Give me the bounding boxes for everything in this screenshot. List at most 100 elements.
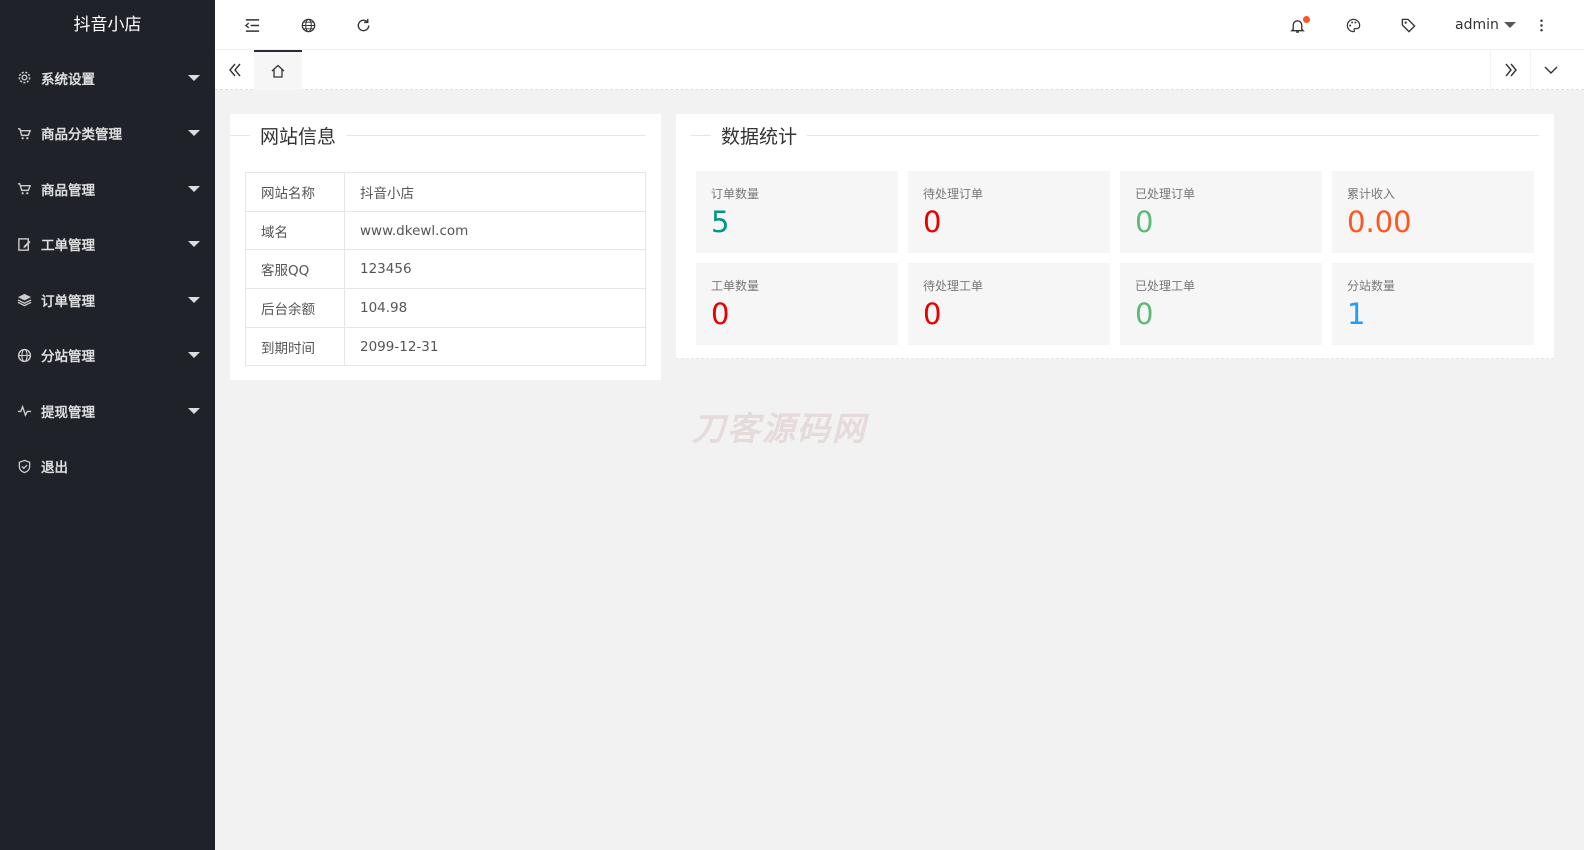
row-key: 到期时间 [245,326,345,367]
row-value: 123456 [344,249,646,290]
stat-label: 工单数量 [711,279,760,293]
chevron-down-icon [188,241,200,248]
table-row: 客服QQ 123456 [245,249,646,290]
stat-value: 0 [1135,297,1154,331]
tab-scroll-left-button[interactable] [215,50,255,90]
stats-header: 数据统计 [676,114,1554,156]
tab-options-button[interactable] [1530,50,1570,90]
stat-ticket-count: 工单数量 0 [696,263,898,345]
stat-label: 分站数量 [1347,279,1396,293]
sidebar-item-substations[interactable]: 分站管理 [0,328,215,384]
sidebar-item-tickets[interactable]: 工单管理 [0,217,215,273]
layers-icon [16,292,32,308]
row-value: 104.98 [344,288,646,328]
globe-icon [16,347,32,363]
app-logo-title[interactable]: 抖音小店 [0,0,215,50]
chevron-down-icon [188,74,200,81]
sidebar-item-products[interactable]: 商品管理 [0,161,215,217]
row-key: 网站名称 [245,172,345,212]
chevron-down-icon [1543,62,1559,78]
sidebar-item-label: 提现管理 [41,404,95,421]
sidebar-item-category[interactable]: 商品分类管理 [0,106,215,162]
divider [230,134,250,136]
top-header: admin [215,0,1584,50]
more-button[interactable] [1521,0,1561,50]
user-menu[interactable]: admin [1455,0,1516,50]
tab-scroll-right-button[interactable] [1490,50,1530,90]
notification-button[interactable] [1277,0,1317,50]
menu-fold-icon [244,17,261,34]
sidebar-item-system-settings[interactable]: 系统设置 [0,50,215,106]
sidebar-item-label: 退出 [41,460,68,477]
stat-pending-tickets: 待处理工单 0 [908,263,1110,345]
stat-label: 累计收入 [1347,187,1396,201]
cart-icon [16,125,32,141]
chevron-down-icon [188,185,200,192]
row-value: 2099-12-31 [344,326,646,367]
table-row: 到期时间 2099-12-31 [245,326,646,367]
sidebar-item-label: 商品管理 [41,182,95,199]
stat-value: 0 [923,205,942,239]
tab-home[interactable] [254,50,302,90]
stat-pending-orders: 待处理订单 0 [908,171,1110,253]
stat-total-income: 累计收入 0.00 [1332,171,1534,253]
stat-label: 待处理订单 [923,187,984,201]
divider [346,134,646,136]
row-key: 后台余额 [245,288,345,328]
row-key: 客服QQ [245,249,345,290]
notification-badge [1303,16,1310,23]
stat-label: 订单数量 [711,187,760,201]
watermark: 刀客源码网 [692,409,867,448]
sidebar-item-logout[interactable]: 退出 [0,439,215,495]
table-row: 后台余额 104.98 [245,288,646,328]
row-value: www.dkewl.com [344,210,646,251]
website-button[interactable] [288,0,328,50]
more-vertical-icon [1533,17,1550,34]
stat-value: 0 [923,297,942,331]
caret-down-icon [1503,22,1516,28]
divider [807,134,1539,136]
chevron-down-icon [188,407,200,414]
pulse-icon [16,403,32,419]
tag-icon [1400,17,1417,34]
chevron-down-icon [188,296,200,303]
stat-processed-orders: 已处理订单 0 [1120,171,1322,253]
globe-icon [300,17,317,34]
cart-icon [16,181,32,197]
sidebar-item-label: 商品分类管理 [41,127,122,144]
stat-substation-count: 分站数量 1 [1332,263,1534,345]
site-info-card: 网站信息 网站名称 抖音小店 域名 www.dkewl.com 客服QQ 123… [230,114,661,380]
stat-value: 0.00 [1347,205,1412,239]
row-key: 域名 [245,210,345,251]
tag-button[interactable] [1388,0,1428,50]
stat-value: 0 [711,297,730,331]
stat-order-count: 订单数量 5 [696,171,898,253]
sidebar-item-orders[interactable]: 订单管理 [0,272,215,328]
sidebar: 抖音小店 系统设置 商品分类管理 商品管理 工单管理 订单管理 分站管理 提现管… [0,0,215,850]
shield-check-icon [16,458,32,474]
sidebar-item-withdraw[interactable]: 提现管理 [0,383,215,439]
home-icon [270,63,286,79]
table-row: 域名 www.dkewl.com [245,210,646,251]
divider [691,134,711,136]
menu-toggle-button[interactable] [232,0,272,50]
double-left-icon [227,62,243,78]
row-value: 抖音小店 [344,172,646,212]
site-info-header: 网站信息 [230,114,661,156]
chevron-down-icon [188,130,200,137]
table-row: 网站名称 抖音小店 [245,172,646,212]
stat-label: 待处理工单 [923,279,984,293]
stat-label: 已处理工单 [1135,279,1196,293]
sidebar-item-label: 分站管理 [41,349,95,366]
edit-doc-icon [16,236,32,252]
stat-value: 0 [1135,205,1154,239]
stat-processed-tickets: 已处理工单 0 [1120,263,1322,345]
username: admin [1455,17,1499,33]
refresh-button[interactable] [343,0,383,50]
stats-card: 数据统计 订单数量 5 待处理订单 0 已处理订单 0 累计收入 0.00 工单… [676,114,1554,359]
theme-button[interactable] [1333,0,1373,50]
double-right-icon [1503,62,1519,78]
stat-value: 1 [1347,297,1366,331]
site-info-table: 网站名称 抖音小店 域名 www.dkewl.com 客服QQ 123456 后… [245,172,646,367]
palette-icon [1345,17,1362,34]
